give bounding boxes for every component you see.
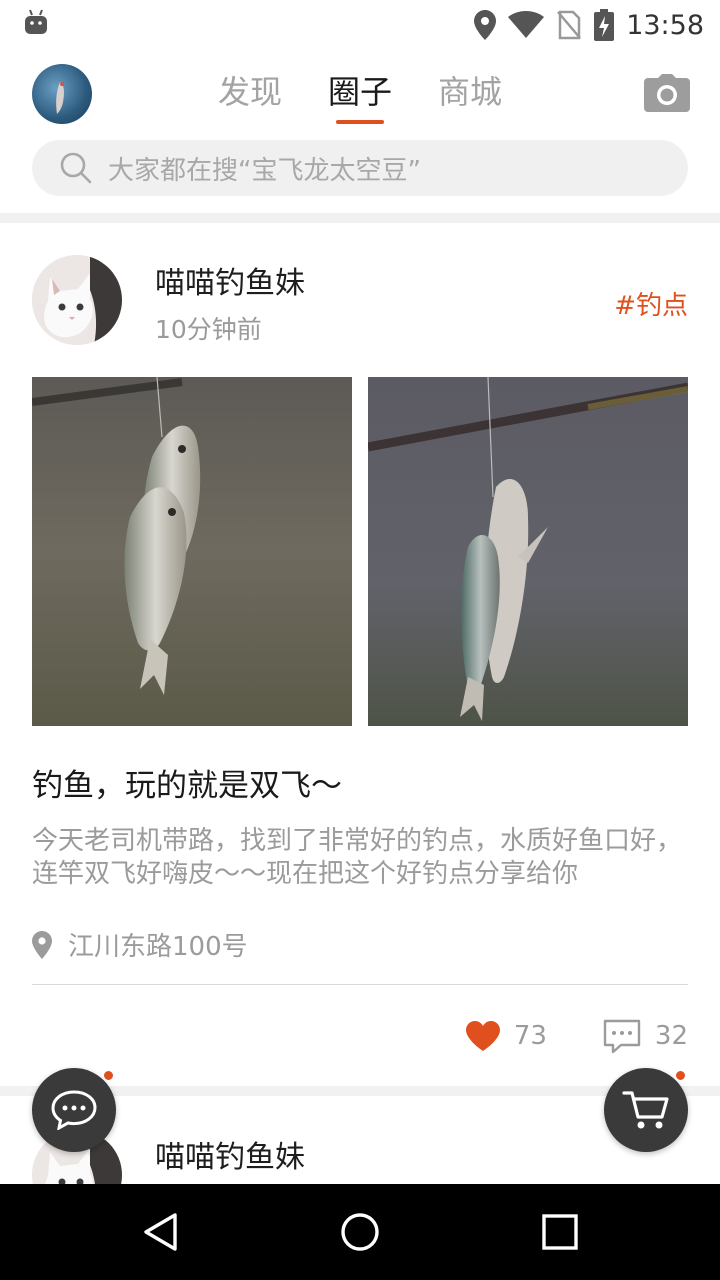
post-title[interactable]: 钓鱼，玩的就是双飞～ [32, 760, 342, 805]
tab-mall[interactable]: 商城 [420, 62, 520, 122]
android-icon [25, 9, 47, 34]
app-header: 发现 圈子 商城 [0, 50, 720, 134]
section-divider [0, 213, 720, 223]
location-pin-icon [32, 930, 52, 959]
home-icon[interactable] [340, 1212, 380, 1252]
notification-dot [103, 1070, 114, 1081]
location-text: 江川东路100号 [68, 932, 248, 962]
post-time: 10分钟前 [155, 315, 262, 344]
screen: 13:58 发现 圈子 商城 大家都在搜“宝飞龙太空豆” 喵喵钓鱼妹 10分钟前… [0, 0, 720, 1280]
comment-icon [603, 1019, 641, 1053]
recents-icon[interactable] [542, 1212, 578, 1252]
like-count: 73 [513, 1021, 547, 1051]
post-stats: 73 32 [465, 1016, 688, 1056]
post-divider [32, 984, 688, 985]
wifi-icon [508, 11, 545, 38]
chat-fab[interactable] [32, 1068, 116, 1152]
post-photo-2[interactable] [368, 377, 688, 726]
location-icon [474, 10, 497, 40]
comment-button[interactable]: 32 [603, 1019, 688, 1053]
search-bar[interactable]: 大家都在搜“宝飞龙太空豆” [32, 140, 688, 196]
status-bar: 13:58 [0, 0, 720, 50]
cart-icon [622, 1091, 669, 1129]
post-tag[interactable]: #钓点 [614, 285, 688, 322]
user-avatar[interactable] [32, 64, 92, 124]
search-placeholder: 大家都在搜“宝飞龙太空豆” [108, 155, 421, 186]
battery-charging-icon [594, 9, 615, 41]
chat-bubble-icon [51, 1090, 97, 1130]
status-icons: 13:58 [474, 6, 704, 44]
post-author-avatar[interactable] [32, 255, 122, 345]
tab-discover[interactable]: 发现 [200, 62, 300, 122]
camera-icon[interactable] [644, 74, 690, 112]
back-icon[interactable] [142, 1212, 178, 1252]
like-button[interactable]: 73 [465, 1021, 547, 1051]
comment-count: 32 [654, 1021, 688, 1051]
post-photo-1[interactable] [32, 377, 352, 726]
post-location[interactable]: 江川东路100号 [32, 926, 248, 963]
search-icon [60, 152, 92, 184]
heart-icon [465, 1021, 500, 1051]
post-author-name[interactable]: 喵喵钓鱼妹 [155, 258, 305, 302]
notification-dot [675, 1070, 686, 1081]
status-time: 13:58 [626, 9, 704, 41]
system-nav-bar [0, 1184, 720, 1280]
cart-fab[interactable] [604, 1068, 688, 1152]
post-body[interactable]: 今天老司机带路，找到了非常好的钓点，水质好鱼口好，连竿双飞好嗨皮～～现在把这个好… [32, 825, 688, 891]
main-tabs: 发现 圈子 商城 [200, 62, 520, 126]
tab-circle[interactable]: 圈子 [310, 62, 410, 122]
no-sim-icon [557, 10, 582, 40]
post-author-name[interactable]: 喵喵钓鱼妹 [155, 1132, 305, 1176]
